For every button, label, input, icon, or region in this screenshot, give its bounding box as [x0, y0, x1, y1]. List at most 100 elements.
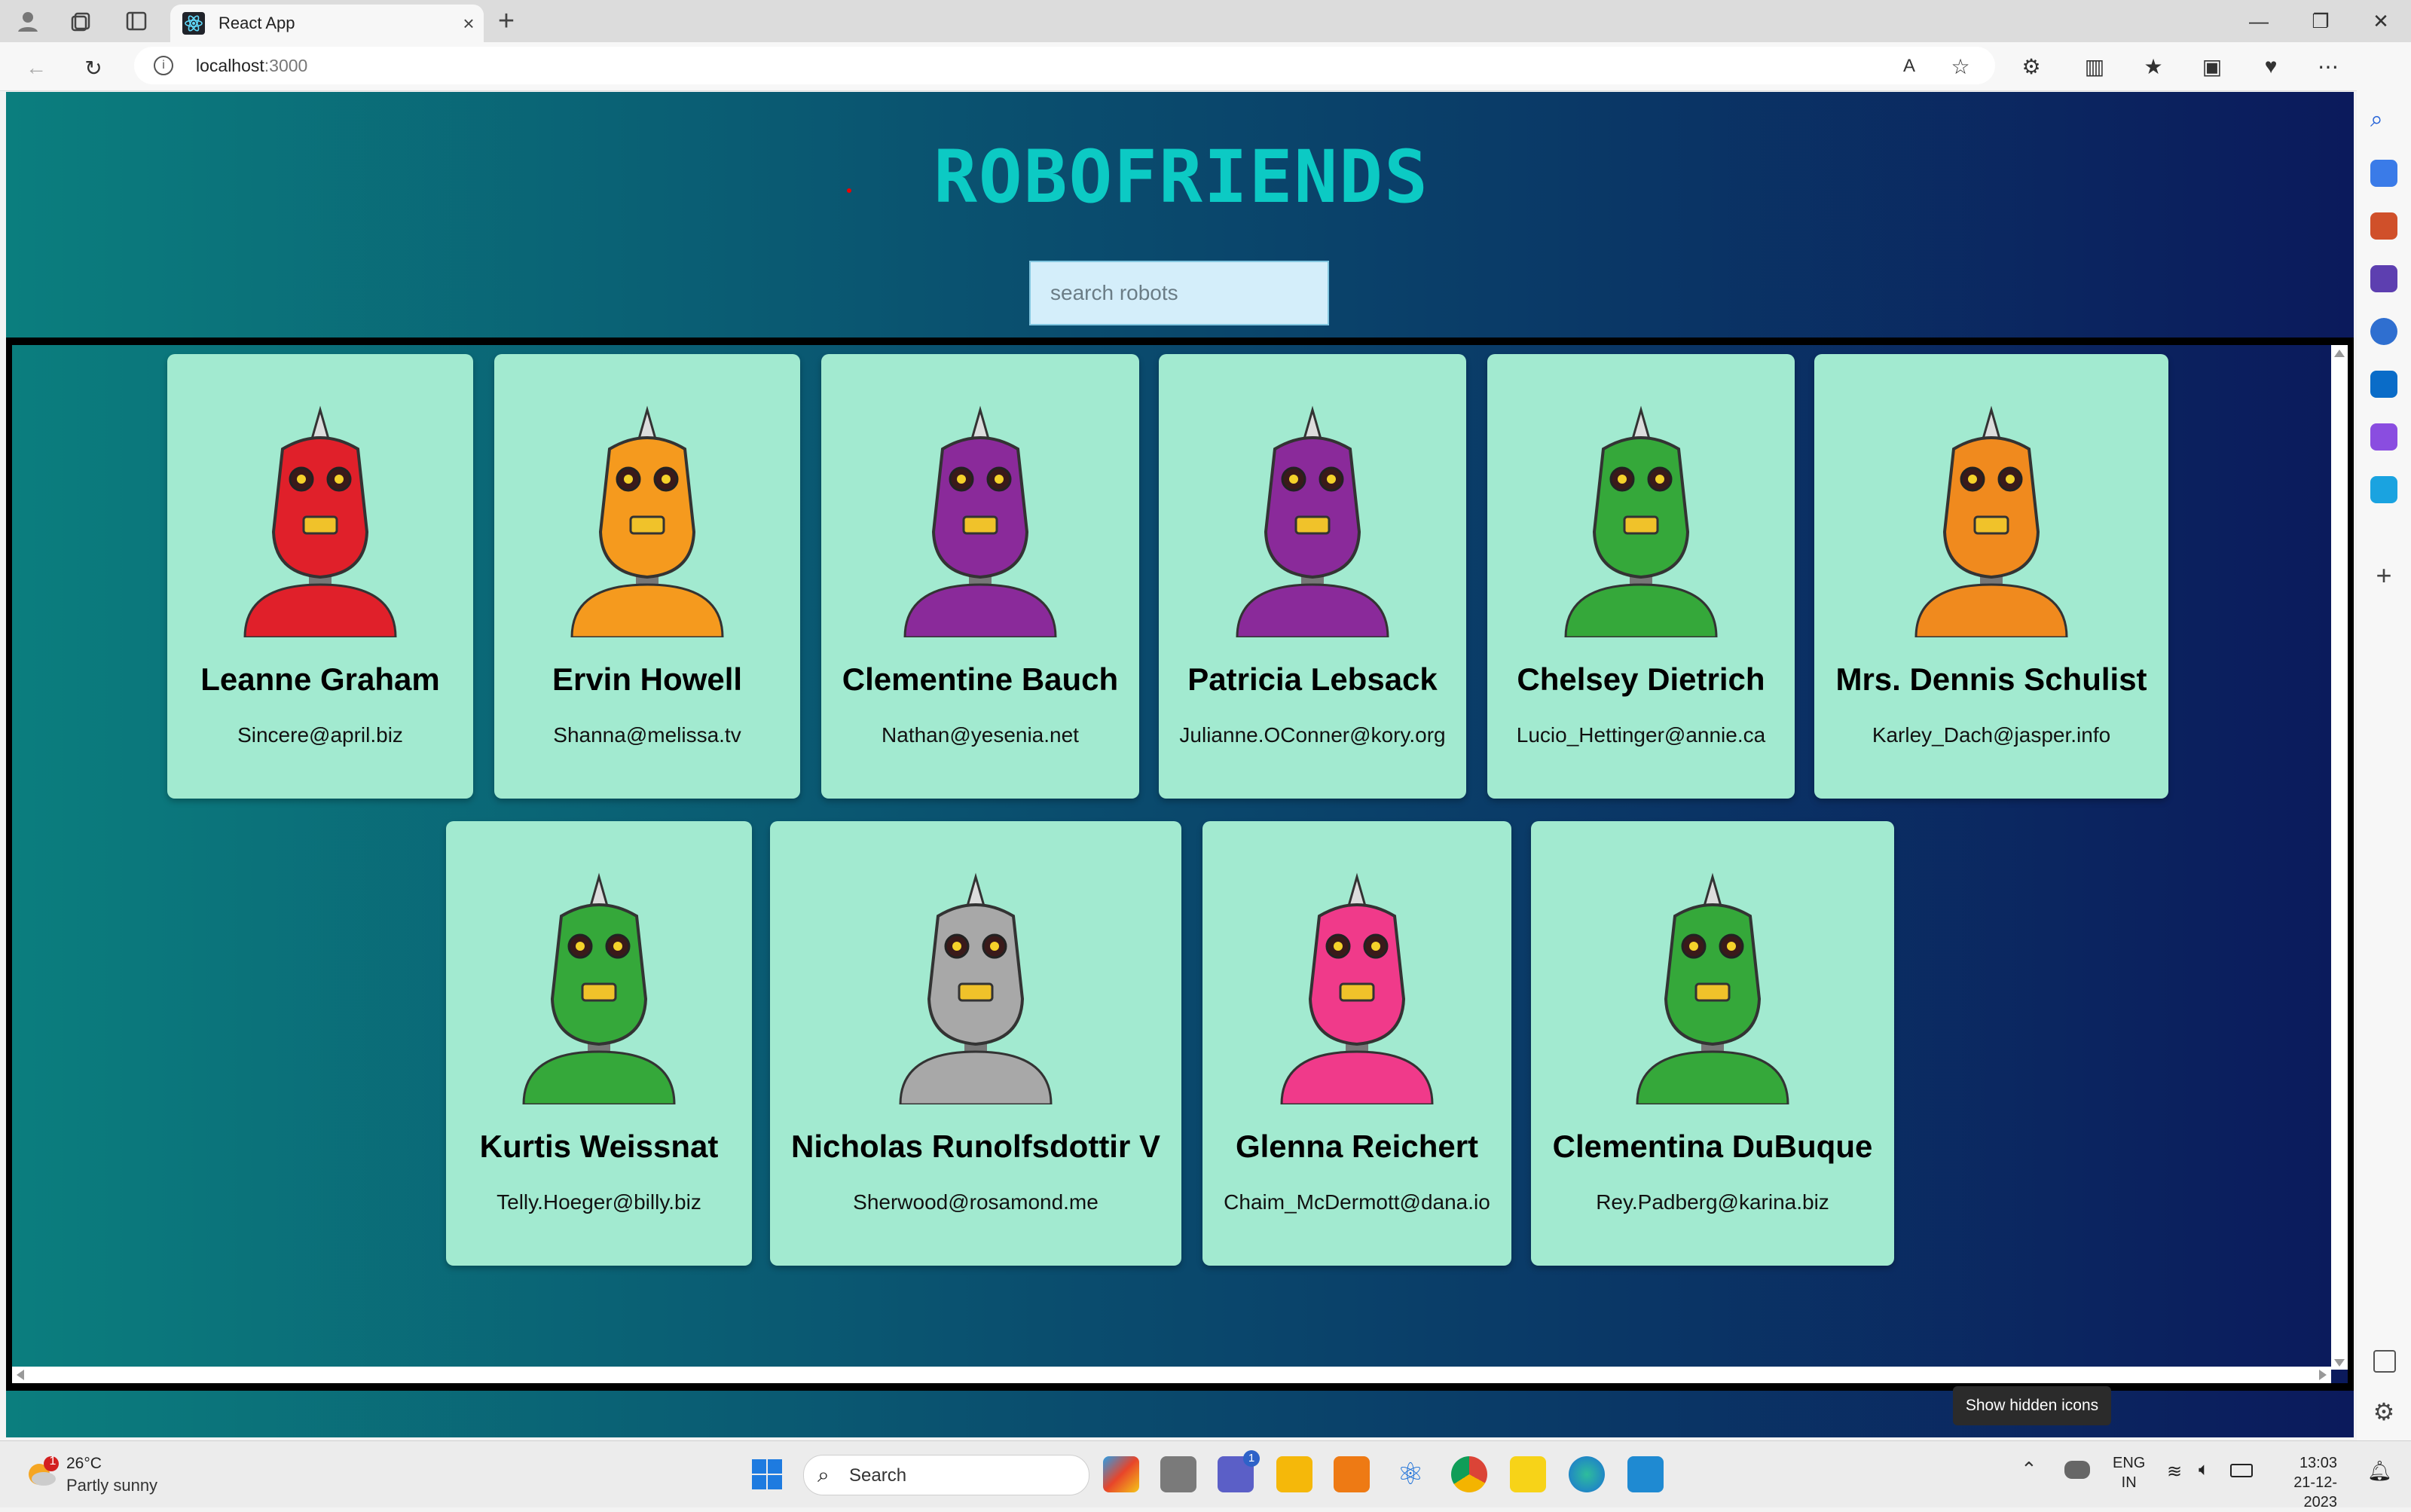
robot-email: Nathan@yesenia.net	[882, 723, 1079, 747]
search-icon: ⌕	[817, 1463, 830, 1486]
more-menu-icon[interactable]: ⋯	[2313, 51, 2343, 81]
onedrive-icon[interactable]	[2064, 1461, 2090, 1479]
robot-name: Clementine Bauch	[842, 661, 1119, 697]
robot-card[interactable]: Nicholas Runolfsdottir V Sherwood@rosamon…	[770, 821, 1181, 1266]
robot-avatar	[243, 405, 397, 637]
new-tab-button[interactable]: +	[490, 6, 523, 36]
robot-name: Chelsey Dietrich	[1517, 661, 1765, 697]
robot-card[interactable]: Leanne Graham Sincere@april.biz	[167, 354, 473, 799]
refresh-icon[interactable]: ↻	[78, 53, 108, 83]
close-window-button[interactable]: ✕	[2351, 0, 2411, 42]
robot-avatar	[570, 405, 724, 637]
sidebar-toggle-icon[interactable]	[2373, 1350, 2396, 1373]
robot-card[interactable]: Clementine Bauch Nathan@yesenia.net	[821, 354, 1139, 799]
edge-icon[interactable]	[1569, 1456, 1605, 1492]
robot-avatar	[1236, 405, 1389, 637]
title-bar: React App × + — ❐ ✕	[0, 0, 2411, 42]
robot-card[interactable]: Kurtis Weissnat Telly.Hoeger@billy.biz	[446, 821, 752, 1266]
read-aloud-icon[interactable]: A	[1894, 51, 1924, 81]
search-input[interactable]	[1029, 261, 1329, 325]
vertical-scrollbar[interactable]	[2331, 345, 2348, 1370]
robot-name: Ervin Howell	[552, 661, 743, 697]
add-sidebar-icon[interactable]: +	[2370, 562, 2397, 589]
workspaces-icon[interactable]	[69, 9, 95, 33]
minimize-button[interactable]: —	[2229, 0, 2289, 42]
favorite-star-icon[interactable]: ☆	[1945, 51, 1976, 81]
site-info-icon[interactable]: i	[154, 56, 173, 75]
scroll-right-icon[interactable]	[2319, 1370, 2327, 1380]
weather-widget[interactable]: 1	[23, 1455, 59, 1491]
windows-start-icon[interactable]	[749, 1456, 785, 1492]
vertical-tabs-icon[interactable]	[124, 9, 149, 33]
taskbar-search[interactable]: ⌕ Search	[803, 1455, 1089, 1495]
restore-button[interactable]: ❐	[2290, 0, 2351, 42]
task-view-icon[interactable]	[1160, 1456, 1196, 1492]
back-arrow-icon[interactable]: ←	[21, 53, 51, 83]
robot-name: Mrs. Dennis Schulist	[1835, 661, 2147, 697]
wifi-icon[interactable]: ≋	[2167, 1461, 2182, 1483]
robot-email: Sincere@april.biz	[237, 723, 403, 747]
robot-card[interactable]: Mrs. Dennis Schulist Karley_Dach@jasper.i…	[1814, 354, 2168, 799]
profile-icon[interactable]	[15, 9, 41, 33]
scroll-up-icon[interactable]	[2334, 350, 2345, 357]
extensions-icon[interactable]: ⚙	[2016, 51, 2046, 81]
show-hidden-icons-chevron-icon[interactable]: ⌃	[2021, 1458, 2037, 1481]
collections-icon[interactable]: ▣	[2197, 51, 2227, 81]
robot-name: Clementina DuBuque	[1552, 1129, 1873, 1164]
robot-avatar	[1914, 405, 2068, 637]
robot-card[interactable]: Glenna Reichert Chaim_McDermott@dana.io	[1202, 821, 1511, 1266]
scroll-down-icon[interactable]	[2334, 1359, 2345, 1367]
close-tab-icon[interactable]: ×	[454, 12, 484, 35]
robot-card[interactable]: Chelsey Dietrich Lucio_Hettinger@annie.ca	[1487, 354, 1795, 799]
games-icon[interactable]	[2370, 265, 2397, 292]
tools-icon[interactable]	[2370, 212, 2397, 240]
volume-icon[interactable]: 🔈︎	[2199, 1459, 2209, 1480]
robot-email: Shanna@melissa.tv	[553, 723, 741, 747]
vscode-icon[interactable]	[1627, 1456, 1664, 1492]
microsoft-365-icon[interactable]	[2370, 318, 2397, 345]
browser-essentials-icon[interactable]: ♥	[2256, 51, 2286, 81]
clock[interactable]: 13:03 21-12-2023	[2272, 1453, 2337, 1512]
robot-avatar	[522, 872, 676, 1104]
teams-icon[interactable]: 1	[1218, 1450, 1260, 1492]
cursor-dot	[847, 188, 851, 193]
outlook-icon[interactable]	[2370, 371, 2397, 398]
app-logo: ROBOFRIENDS	[934, 135, 1429, 219]
address-bar-row: ← ↻ i localhost:3000 A ☆ ⚙ ▥ ★ ▣ ♥ ⋯ ✦	[0, 42, 2411, 91]
scroll-left-icon[interactable]	[17, 1370, 24, 1380]
shopping-tag-icon[interactable]	[2370, 160, 2397, 187]
robot-name: Patricia Lebsack	[1187, 661, 1438, 697]
send-icon[interactable]	[2370, 476, 2397, 503]
robot-name: Glenna Reichert	[1235, 1129, 1479, 1164]
search-icon[interactable]: ⌕	[2370, 107, 2397, 134]
robot-card[interactable]: Clementina DuBuque Rey.Padberg@karina.biz	[1531, 821, 1894, 1266]
settings-gear-icon[interactable]: ⚙	[2370, 1398, 2397, 1425]
url-text[interactable]: localhost:3000	[196, 56, 307, 76]
copilot-app-icon[interactable]	[1103, 1456, 1139, 1492]
sticky-notes-icon[interactable]	[1510, 1456, 1546, 1492]
scroll-container[interactable]: Leanne Graham Sincere@april.biz Ervin Howe…	[6, 338, 2354, 1391]
battery-icon[interactable]	[2230, 1464, 2253, 1477]
teams-badge: 1	[1243, 1450, 1260, 1467]
robot-avatar	[899, 872, 1053, 1104]
split-screen-icon[interactable]: ▥	[2079, 51, 2110, 81]
robot-avatar	[1280, 872, 1434, 1104]
browser-tab[interactable]: React App ×	[170, 5, 484, 42]
favorites-icon[interactable]: ★	[2138, 51, 2168, 81]
robot-card[interactable]: Ervin Howell Shanna@melissa.tv	[494, 354, 800, 799]
sublime-text-icon[interactable]	[1334, 1456, 1370, 1492]
react-devtools-icon[interactable]: ⚛	[1392, 1456, 1429, 1492]
notification-bell-icon[interactable]: 🔔︎	[2367, 1459, 2392, 1483]
chrome-icon[interactable]	[1451, 1456, 1487, 1492]
address-field[interactable]: i localhost:3000	[134, 47, 1995, 84]
horizontal-scrollbar[interactable]	[12, 1367, 2331, 1383]
designer-icon[interactable]	[2370, 423, 2397, 451]
taskbar: 1 26°C Partly sunny ⌕ Search 1 ⚛ ⌃ ENG IN…	[0, 1440, 2411, 1510]
file-explorer-icon[interactable]	[1276, 1456, 1312, 1492]
robot-card[interactable]: Patricia Lebsack Julianne.OConner@kory.or…	[1159, 354, 1466, 799]
weather-temp: 26°C	[66, 1455, 102, 1472]
robot-name: Nicholas Runolfsdottir V	[790, 1129, 1160, 1164]
language-indicator[interactable]: ENG IN	[2113, 1453, 2145, 1492]
robot-email: Chaim_McDermott@dana.io	[1224, 1190, 1490, 1214]
robot-avatar	[1564, 405, 1718, 637]
